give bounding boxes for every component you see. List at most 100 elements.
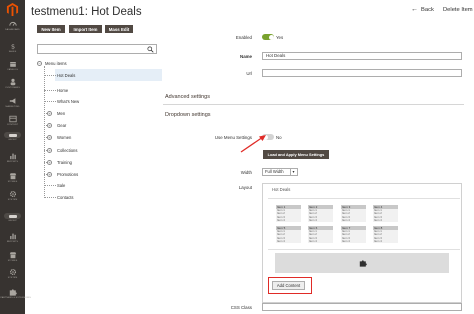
magento-logo-icon[interactable]	[6, 3, 19, 16]
mass-edit-button[interactable]: Mass Edit	[105, 25, 133, 33]
layout-column-item[interactable]: Item 4	[341, 239, 366, 244]
tree-item-collections[interactable]: Collections	[57, 148, 77, 153]
css-class-label: CSS Class	[230, 305, 252, 310]
tree-connector	[44, 101, 56, 102]
layout-column-item[interactable]: Item 4	[308, 239, 333, 244]
layout-title: Hot Deals	[272, 187, 291, 192]
sidebar-item-label: DASHBOARD	[5, 29, 20, 31]
sidebar-item-label: REPORTS	[6, 161, 19, 163]
gear-icon	[9, 190, 16, 198]
tree-search-input[interactable]	[37, 44, 157, 54]
sidebar-item-label: STORES	[7, 260, 18, 262]
url-field[interactable]	[262, 69, 462, 77]
sidebar-item-label: REPORTS	[6, 241, 19, 243]
sidebar-item-label: GROUP	[8, 220, 17, 222]
tree-item-men[interactable]: Men	[57, 111, 65, 116]
layout-column[interactable]: Item 1 Item 1 Item 2 Item 3 Item 4	[276, 205, 301, 223]
tree-expander[interactable]: +	[47, 159, 52, 165]
add-content-button[interactable]: Add Content	[272, 281, 305, 290]
css-class-field[interactable]	[262, 303, 462, 311]
tree-item-women[interactable]: Women	[57, 135, 71, 140]
width-label: Width	[240, 170, 252, 175]
bars-icon	[9, 153, 16, 160]
person-icon	[10, 78, 15, 86]
tree-expander[interactable]: +	[47, 147, 52, 153]
layout-column[interactable]: Item 6 Item 1 Item 2 Item 3 Item 4	[308, 226, 333, 244]
search-icon[interactable]	[147, 46, 154, 53]
back-arrow-icon: ←	[411, 6, 418, 13]
use-menu-settings-value: No	[276, 135, 282, 140]
sidebar-item-label: FIND PARTNERS & EXTENSIONS	[0, 297, 31, 299]
sidebar-item-label: CATALOG	[7, 69, 18, 71]
sidebar-item-group[interactable]: GROUP	[0, 132, 25, 154]
chevron-down-icon: ▾	[290, 169, 296, 176]
tree-expander[interactable]: +	[47, 110, 52, 116]
tree-expander[interactable]: +	[47, 171, 52, 177]
puzzle-icon	[359, 260, 367, 267]
sidebar-item-find-partners-extensions[interactable]: FIND PARTNERS & EXTENSIONS	[0, 288, 31, 310]
layout-column-item[interactable]: Item 4	[341, 218, 366, 223]
enabled-toggle[interactable]	[262, 34, 274, 40]
tree-item-promotions[interactable]: Promotions	[57, 172, 78, 177]
layout-icon	[8, 115, 17, 123]
layout-column[interactable]: Item 2 Item 1 Item 2 Item 3 Item 4	[308, 205, 333, 223]
puzzle-icon	[9, 289, 17, 296]
advanced-settings-heading[interactable]: Advanced settings	[165, 94, 210, 100]
layout-column-item[interactable]: Item 4	[276, 239, 301, 244]
tree-item-training[interactable]: Training	[57, 160, 72, 165]
tree-connector	[44, 90, 56, 91]
sidebar-item-system[interactable]: SYSTEM	[0, 190, 25, 212]
store-icon	[9, 173, 16, 180]
bars-icon	[9, 233, 16, 240]
tree-item-what-s-new[interactable]: What's New	[57, 99, 79, 104]
layout-column[interactable]: Item 3 Item 1 Item 2 Item 3 Item 4	[341, 205, 366, 223]
layout-column[interactable]: Item 5 Item 1 Item 2 Item 3 Item 4	[276, 226, 301, 244]
tree-expander[interactable]: +	[47, 122, 52, 128]
tree-connector	[44, 185, 56, 186]
url-label: Url	[246, 71, 252, 76]
sidebar-item-label: CUSTOMERS	[5, 87, 20, 89]
tree-root-label[interactable]: Menu items	[45, 61, 67, 66]
layout-column-item[interactable]: Item 4	[373, 218, 398, 223]
load-apply-menu-settings-button[interactable]: Load and Apply Menu Settings	[263, 150, 329, 159]
dropdown-settings-heading[interactable]: Dropdown settings	[165, 112, 211, 118]
layout-column-item[interactable]: Item 4	[308, 218, 333, 223]
tree-item-hot-deals[interactable]: Hot Deals	[57, 73, 75, 78]
dashboard-icon	[8, 22, 17, 26]
admin-sidebar: DASHBOARD $ SALES CATALOG CUSTOMERS MARKETING…	[0, 0, 31, 314]
megaphone-icon	[9, 98, 15, 104]
tree-connector	[44, 75, 56, 76]
layout-column-item[interactable]: Item 4	[373, 239, 398, 244]
layout-column-item[interactable]: Item 4	[276, 218, 301, 223]
dollar-icon: $	[10, 42, 14, 50]
layout-column[interactable]: Item 7 Item 1 Item 2 Item 3 Item 4	[341, 226, 366, 244]
enabled-value: Yes	[276, 35, 284, 40]
sidebar-item-label: SALES	[8, 51, 17, 53]
sidebar-item-label: GROUP	[8, 139, 17, 141]
width-select[interactable]: Full Width ▾	[262, 168, 298, 176]
delete-item-button[interactable]: Delete Item	[443, 7, 473, 13]
layout-label: Layout	[238, 185, 252, 190]
sidebar-item-dashboard[interactable]: DASHBOARD	[0, 20, 25, 42]
back-button[interactable]: ← Back	[411, 6, 434, 13]
tree-root-expander[interactable]: −	[37, 61, 42, 66]
gear-icon	[9, 268, 16, 276]
import-item-button[interactable]: Import Item	[69, 25, 102, 33]
sidebar-item-system[interactable]: SYSTEM	[0, 268, 25, 290]
content-block-placeholder[interactable]	[275, 253, 449, 273]
sidebar-item-reports[interactable]: REPORTS	[0, 152, 25, 174]
tree-item-sale[interactable]: Sale	[57, 183, 65, 188]
toggle-knob	[268, 34, 274, 40]
name-field[interactable]: Hot Deals	[262, 52, 462, 60]
tree-item-gear[interactable]: Gear	[57, 123, 66, 128]
layout-column[interactable]: Item 4 Item 1 Item 2 Item 3 Item 4	[373, 205, 398, 223]
tree-expander[interactable]: +	[47, 134, 52, 140]
tree-item-home[interactable]: Home	[57, 88, 68, 93]
back-label: Back	[421, 7, 434, 13]
pill-icon	[4, 132, 21, 138]
layout-column[interactable]: Item 8 Item 1 Item 2 Item 3 Item 4	[373, 226, 398, 244]
box-icon	[9, 62, 16, 67]
new-item-button[interactable]: New Item	[37, 25, 65, 33]
tree-item-contacts[interactable]: Contacts	[57, 195, 74, 200]
sidebar-item-label: SYSTEM	[7, 199, 18, 201]
